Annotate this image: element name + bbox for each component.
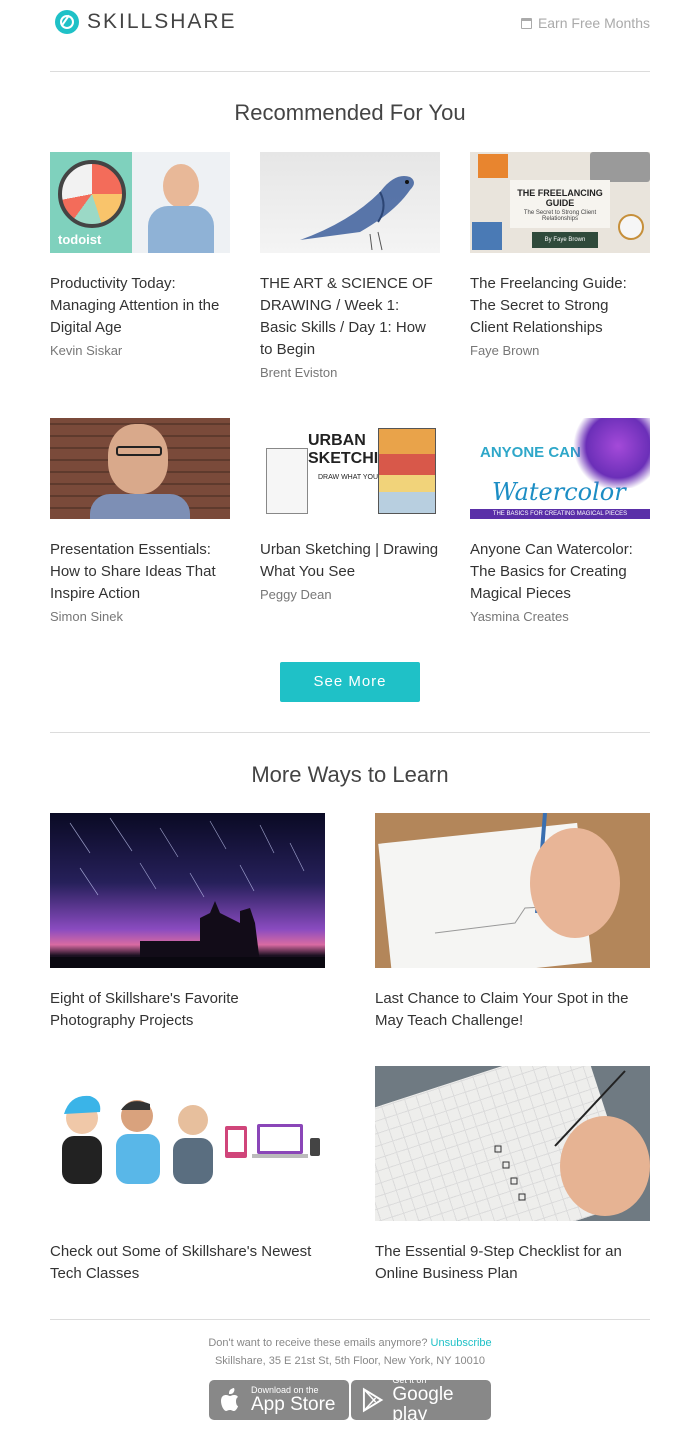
feather-quill [570, 418, 650, 488]
person-avatar [163, 164, 199, 208]
class-title[interactable]: Anyone Can Watercolor: The Basics for Cr… [470, 539, 650, 605]
google-play-big-label: Google play [392, 1384, 454, 1425]
class-card[interactable]: THE FREELANCING GUIDE The Secret to Stro… [470, 152, 650, 358]
class-title[interactable]: Presentation Essentials: How to Share Id… [50, 539, 230, 605]
star-trails-image [50, 817, 325, 968]
email-header: SKILLSHARE Earn Free Months [50, 0, 650, 71]
class-card[interactable]: todoist Productivity Today: Managing Att… [50, 152, 230, 358]
article-title[interactable]: Eight of Skillshare's Favorite Photograp… [50, 988, 325, 1032]
article-thumbnail[interactable] [375, 813, 650, 968]
article-card[interactable]: Last Chance to Claim Your Spot in the Ma… [375, 813, 650, 1032]
class-card[interactable]: THE ART & SCIENCE OF DRAWING / Week 1: B… [260, 152, 440, 380]
article-thumbnail[interactable] [50, 1066, 325, 1221]
article-thumbnail[interactable] [50, 813, 325, 968]
unsubscribe-line: Don't want to receive these emails anymo… [50, 1334, 650, 1352]
class-thumbnail[interactable]: todoist [50, 152, 230, 253]
class-thumbnail[interactable]: URBAN SKETCHING DRAW WHAT YOU SEE [260, 418, 440, 519]
todoist-logo: todoist [58, 232, 102, 247]
freelancing-guide-author: By Faye Brown [532, 232, 598, 248]
article-card[interactable]: Check out Some of Skillshare's Newest Te… [50, 1066, 325, 1285]
article-title[interactable]: Check out Some of Skillshare's Newest Te… [50, 1241, 325, 1285]
class-title[interactable]: THE ART & SCIENCE OF DRAWING / Week 1: B… [260, 273, 440, 361]
calendar-icon [520, 17, 532, 29]
class-card[interactable]: URBAN SKETCHING DRAW WHAT YOU SEE Urban … [260, 418, 440, 602]
class-thumbnail[interactable]: ANYONE CAN Watercolor THE BASICS FOR CRE… [470, 418, 650, 519]
checklist-drawing [494, 1070, 650, 1216]
class-title[interactable]: Urban Sketching | Drawing What You See [260, 539, 440, 583]
shirt [90, 494, 190, 519]
decor-block [478, 154, 508, 178]
app-store-button[interactable]: Download on the App Store [209, 1380, 349, 1420]
article-thumbnail[interactable] [375, 1066, 650, 1221]
class-author: Kevin Siskar [50, 343, 123, 358]
skillshare-logo-icon [55, 10, 79, 34]
email-footer: Don't want to receive these emails anymo… [50, 1334, 650, 1370]
company-address: Skillshare, 35 E 21st St, 5th Floor, New… [214, 1355, 486, 1367]
class-author: Peggy Dean [260, 587, 332, 602]
earn-free-months-label: Earn Free Months [537, 15, 650, 31]
paint-palette [472, 222, 502, 250]
class-author: Simon Sinek [50, 609, 123, 624]
article-card[interactable]: Eight of Skillshare's Favorite Photograp… [50, 813, 325, 1032]
class-card[interactable]: ANYONE CAN Watercolor THE BASICS FOR CRE… [470, 418, 650, 624]
speaker-face [108, 424, 168, 494]
google-play-button[interactable]: Get it on Google play [351, 1375, 491, 1425]
class-title[interactable]: Productivity Today: Managing Attention i… [50, 273, 230, 339]
building-sketch-left [266, 448, 308, 514]
class-title[interactable]: The Freelancing Guide: The Secret to Str… [470, 273, 650, 339]
freelancing-guide-sub: The Secret to Strong Client Relationship… [523, 210, 597, 222]
see-more-button[interactable]: See More [280, 662, 420, 702]
section-divider [50, 732, 650, 733]
class-card[interactable]: Presentation Essentials: How to Share Id… [50, 418, 230, 624]
apple-icon [221, 1388, 238, 1411]
glasses [116, 446, 162, 456]
watercolor-footer: THE BASICS FOR CREATING MAGICAL PIECES [470, 509, 650, 519]
more-ways-title: More Ways to Learn [251, 762, 449, 787]
skillshare-logo[interactable]: SKILLSHARE [55, 10, 237, 34]
footer-divider [50, 1319, 650, 1320]
alarm-clock-icon [618, 214, 644, 240]
earn-free-months-link[interactable]: Earn Free Months [520, 15, 650, 31]
class-thumbnail[interactable] [50, 418, 230, 519]
freelancing-guide-title: THE FREELANCING GUIDE [517, 188, 603, 208]
article-title[interactable]: Last Chance to Claim Your Spot in the Ma… [375, 988, 650, 1032]
app-store-big-label: App Store [251, 1394, 336, 1415]
recommended-title: Recommended For You [234, 100, 466, 125]
urban-sketching-title: URBAN SKETCHING [308, 432, 403, 467]
laptop-image [590, 152, 650, 182]
class-thumbnail[interactable]: THE FREELANCING GUIDE The Secret to Stro… [470, 152, 650, 253]
building-sketch [378, 428, 436, 514]
header-divider [50, 71, 650, 72]
class-thumbnail[interactable] [260, 152, 440, 253]
article-title[interactable]: The Essential 9-Step Checklist for an On… [375, 1241, 650, 1285]
app-store-badges: Download on the App Store Get it on Goog… [209, 1375, 491, 1425]
class-author: Brent Eviston [260, 365, 338, 380]
watercolor-title: ANYONE CAN [480, 444, 581, 461]
google-play-icon [362, 1387, 384, 1413]
clock-icon [58, 160, 126, 228]
brand-name: SKILLSHARE [87, 10, 237, 33]
bird-drawing [300, 176, 414, 251]
unsubscribe-prompt: Don't want to receive these emails anymo… [208, 1337, 428, 1349]
tech-classes-illustration [62, 1095, 320, 1184]
article-card[interactable]: The Essential 9-Step Checklist for an On… [375, 1066, 650, 1285]
pencil-drawing [434, 813, 620, 938]
class-author: Faye Brown [470, 343, 540, 358]
unsubscribe-link[interactable]: Unsubscribe [431, 1337, 492, 1349]
class-author: Yasmina Creates [470, 609, 569, 624]
